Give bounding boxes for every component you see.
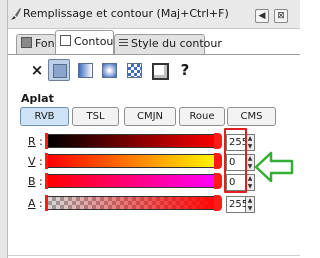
color-model-rvb-button[interactable]: RVB <box>20 107 69 126</box>
channel-r-stepper[interactable]: ▲ ▼ <box>246 134 255 151</box>
tab-style-du-contour[interactable]: Style du contour <box>114 34 222 54</box>
color-model-cmjn-button[interactable]: CMJN <box>124 107 176 126</box>
dialog-title-bar[interactable]: Remplissage et contour (Maj+Ctrl+F) ◀ ⊠ <box>8 0 300 29</box>
channel-v-slider-handle[interactable] <box>45 153 48 169</box>
arrow-left-icon <box>254 151 294 183</box>
section-label: Aplat <box>21 92 54 105</box>
radial-gradient-button[interactable] <box>98 59 120 81</box>
color-model-roue-button[interactable]: Roue <box>179 107 225 126</box>
radial-gradient-icon <box>102 63 117 78</box>
stepper-down-icon[interactable]: ▼ <box>246 205 254 213</box>
channel-a-stepper[interactable]: ▲ ▼ <box>246 196 255 213</box>
channel-a-slider-handle[interactable] <box>214 195 222 211</box>
paintbrush-icon <box>11 8 21 20</box>
channel-v-label: V : <box>28 155 43 168</box>
stroke-paint-icon <box>60 35 71 46</box>
channel-r-slider-start-marker <box>45 133 48 149</box>
channel-a-label: A : <box>28 197 43 210</box>
channel-b-label: B : <box>28 175 43 188</box>
no-paint-icon: × <box>30 61 44 79</box>
linear-gradient-icon <box>78 63 93 78</box>
channel-v-slider-end-marker <box>214 153 222 169</box>
color-model-cms-button[interactable]: CMS <box>227 107 276 126</box>
tab-divider <box>8 54 300 55</box>
channel-a-slider-start-marker <box>45 195 48 211</box>
tab-style-label: Style du contour <box>131 37 222 50</box>
channel-a-input[interactable]: 255 <box>226 196 248 213</box>
collapse-button[interactable]: ◀ <box>255 9 269 23</box>
swatch-button[interactable] <box>148 59 170 81</box>
no-paint-button[interactable]: × <box>26 59 48 81</box>
pattern-icon <box>127 63 142 78</box>
channel-b-slider[interactable] <box>47 174 221 188</box>
unset-paint-icon: ? <box>180 61 190 79</box>
channel-v-slider[interactable] <box>47 154 221 168</box>
tab-contour-label: Contour <box>74 35 118 48</box>
stepper-up-icon[interactable]: ▲ <box>246 197 254 205</box>
channel-r-label: R : <box>28 135 43 148</box>
pattern-button[interactable] <box>123 59 145 81</box>
swatch-icon <box>152 63 169 80</box>
dialog-title: Remplissage et contour (Maj+Ctrl+F) <box>23 7 229 20</box>
channel-a-slider[interactable] <box>47 196 221 210</box>
channel-b-slider-end-marker <box>214 173 222 189</box>
left-panel-edge <box>0 0 8 258</box>
channel-r-slider-handle[interactable] <box>214 133 222 149</box>
stepper-up-icon[interactable]: ▲ <box>246 135 254 143</box>
unset-paint-button[interactable]: ? <box>174 59 196 81</box>
panel-bottom-divider <box>8 255 300 256</box>
channel-b-slider-handle[interactable] <box>45 173 48 189</box>
tab-contour[interactable]: Contour <box>55 30 118 55</box>
channel-r-slider[interactable] <box>47 134 221 148</box>
close-button[interactable]: ⊠ <box>274 9 288 23</box>
flat-color-icon <box>53 64 67 78</box>
linear-gradient-button[interactable] <box>74 59 96 81</box>
color-model-tsl-button[interactable]: TSL <box>72 107 119 126</box>
flat-color-button[interactable] <box>48 59 70 81</box>
fill-icon <box>21 37 32 48</box>
stroke-style-icon <box>119 39 128 48</box>
stepper-down-icon[interactable]: ▼ <box>246 183 254 191</box>
highlight-box <box>224 128 247 193</box>
tab-fond[interactable]: Fond <box>16 34 62 54</box>
